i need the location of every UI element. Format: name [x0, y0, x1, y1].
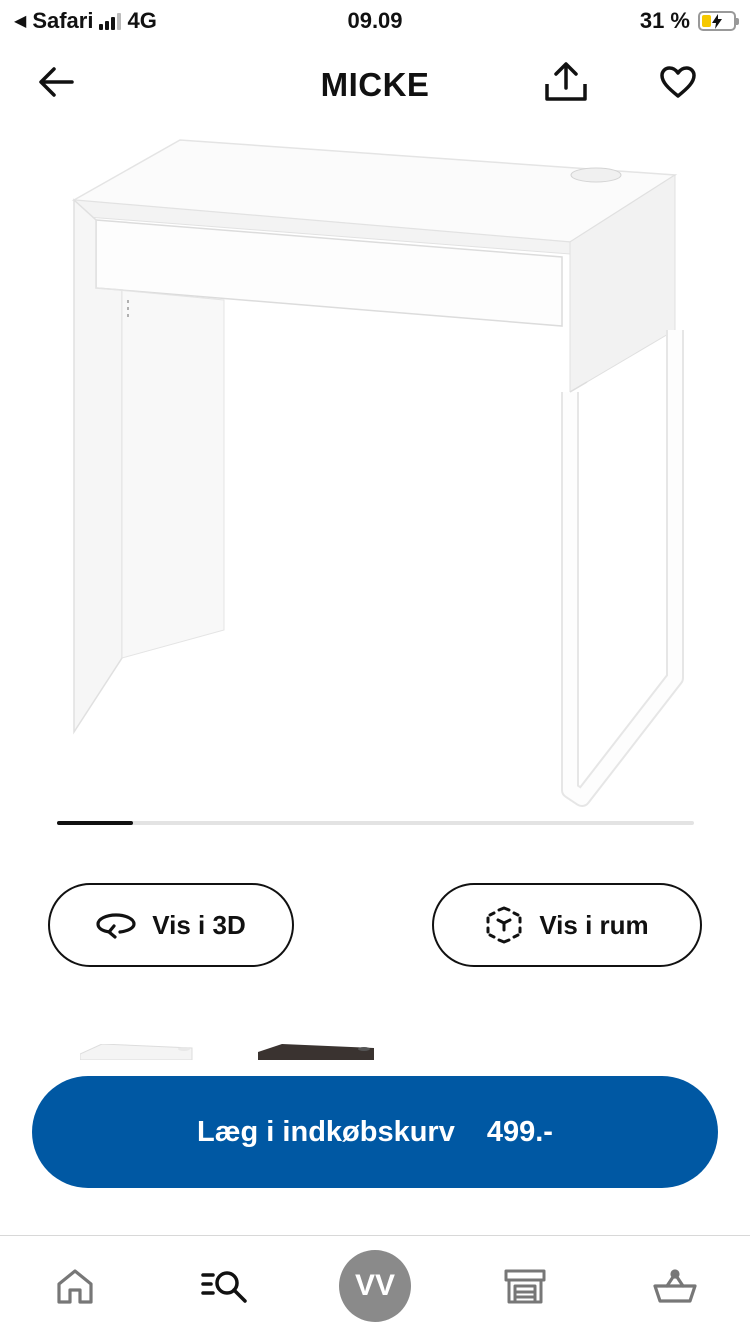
- tab-home[interactable]: [35, 1246, 115, 1326]
- home-icon: [57, 1269, 93, 1304]
- view-3d-button[interactable]: Vis i 3D: [48, 883, 294, 967]
- carousel-indicator: [57, 821, 134, 825]
- add-to-cart-button[interactable]: Læg i indkøbskurv 499.-: [32, 1076, 718, 1188]
- variant-thumb-black-brown[interactable]: [258, 1044, 374, 1060]
- desk-illustration: [71, 139, 684, 807]
- price-label: 499.-: [486, 1115, 553, 1148]
- view-in-room-label: Vis i rum: [539, 909, 649, 940]
- product-image[interactable]: [50, 130, 700, 810]
- image-carousel-progress[interactable]: [57, 821, 694, 825]
- view-3d-label: Vis i 3D: [152, 909, 246, 940]
- heart-icon: [660, 66, 696, 98]
- status-right: 31 %: [639, 8, 739, 34]
- store-icon: [504, 1269, 546, 1304]
- avatar: VV: [339, 1250, 411, 1322]
- view-in-room-button[interactable]: Vis i rum: [432, 883, 702, 967]
- basket-icon: [653, 1269, 697, 1303]
- search-list-icon: [201, 1271, 247, 1303]
- favorite-button[interactable]: [650, 54, 706, 110]
- tab-profile[interactable]: VV: [335, 1246, 415, 1326]
- header: MICKE: [0, 50, 750, 120]
- rotate-3d-icon: [96, 913, 136, 939]
- page-title: MICKE: [320, 66, 430, 103]
- battery-percent: 31 %: [639, 8, 690, 33]
- variant-thumb-white[interactable]: [80, 1044, 194, 1060]
- share-icon: [545, 62, 587, 101]
- ar-cube-icon: [486, 906, 522, 944]
- clock: 09.09: [347, 8, 403, 33]
- tab-basket[interactable]: [635, 1246, 715, 1326]
- battery-icon: [698, 11, 739, 31]
- status-bar: ◀ Safari 4G 09.09 31 %: [0, 0, 750, 44]
- tab-bar: VV: [0, 1235, 750, 1335]
- tab-search[interactable]: [185, 1246, 265, 1326]
- share-button[interactable]: [538, 54, 594, 110]
- add-to-cart-label: Læg i indkøbskurv: [197, 1115, 455, 1148]
- tab-store[interactable]: [485, 1246, 565, 1326]
